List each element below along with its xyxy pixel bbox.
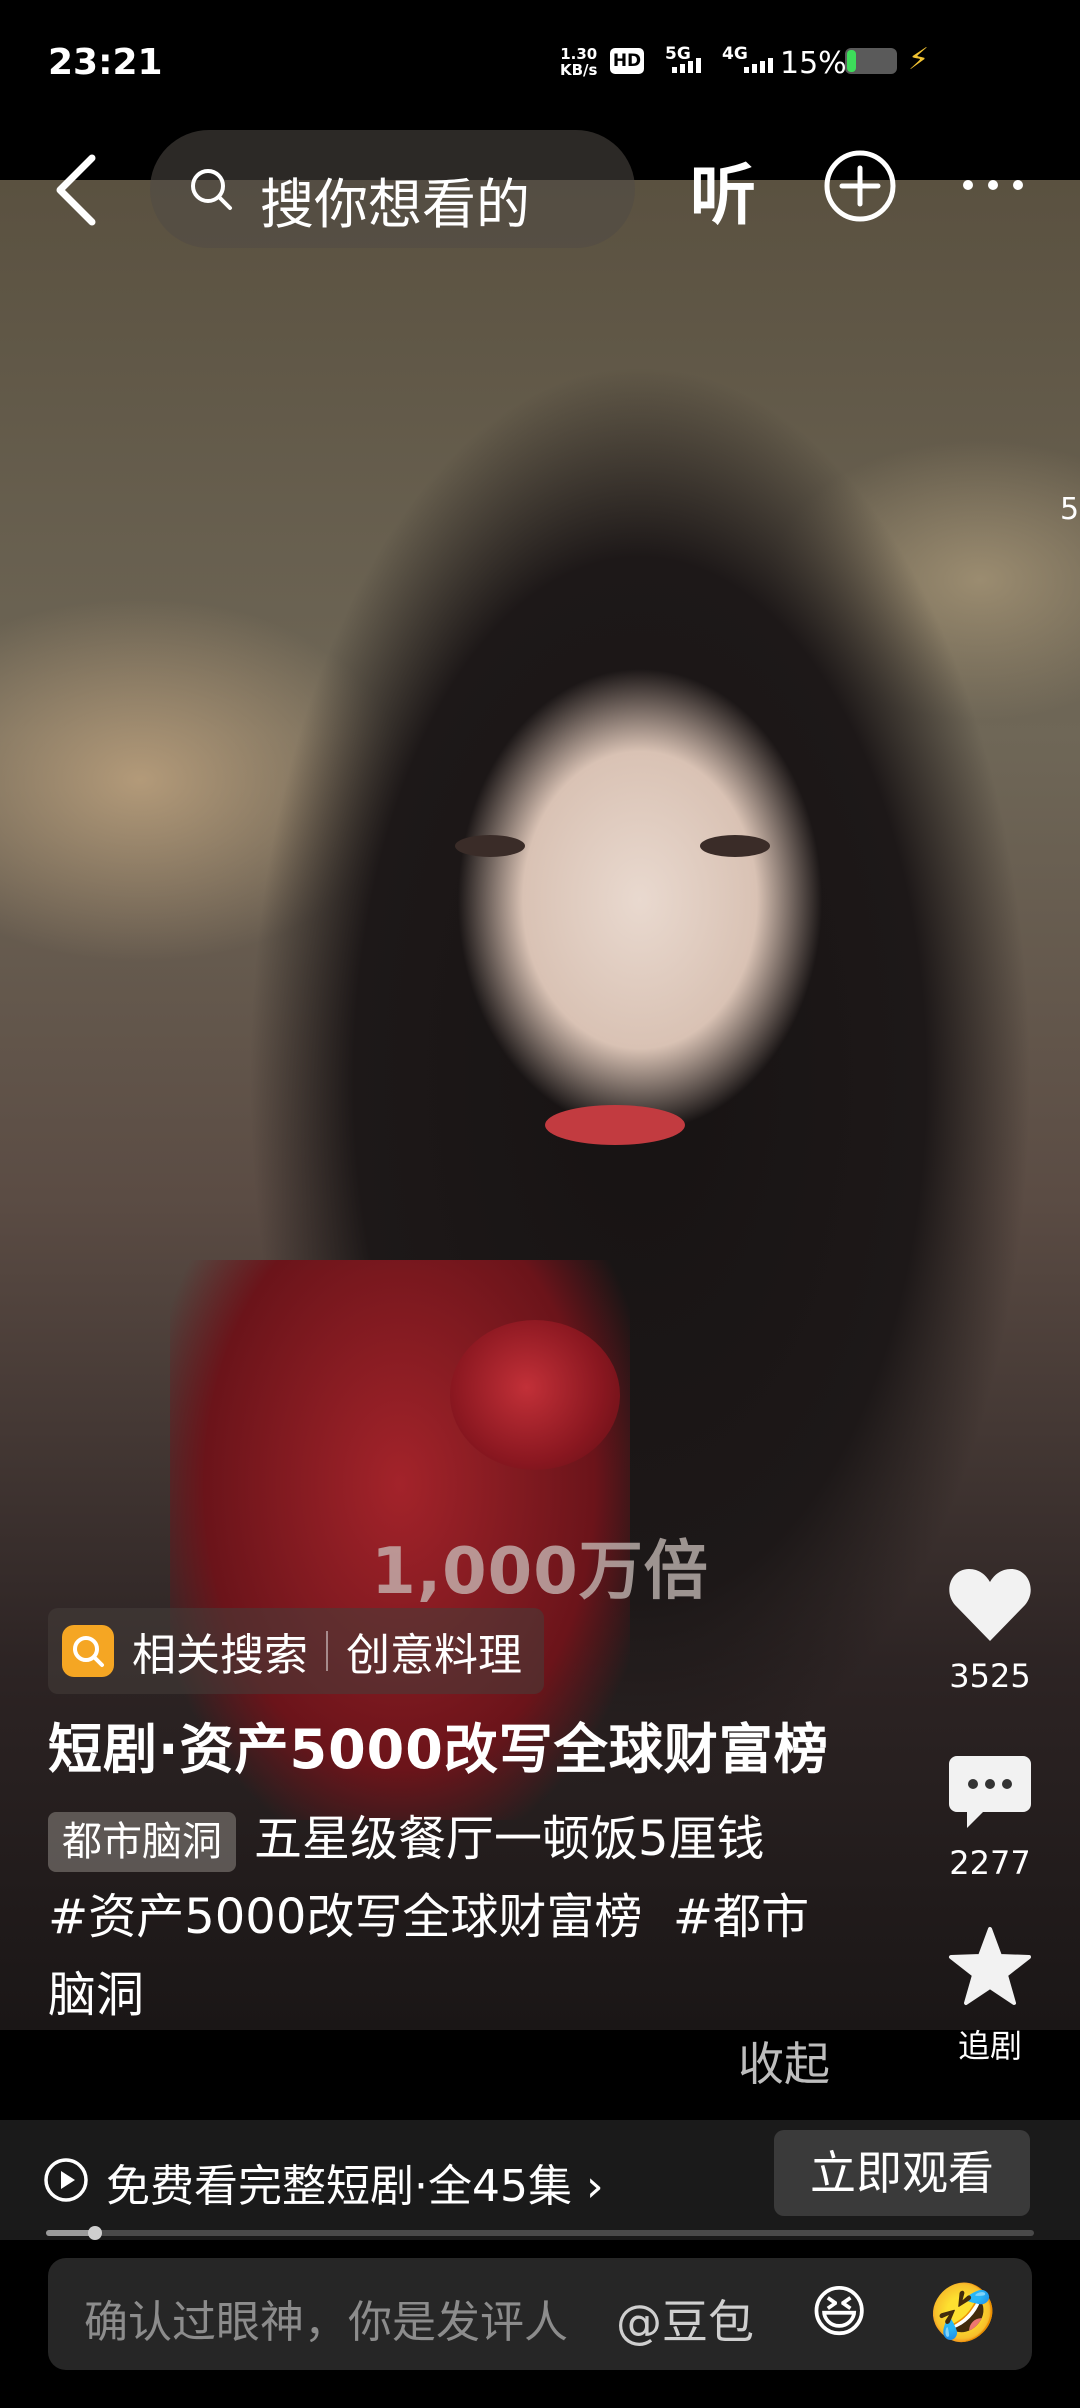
status-time: 23:21: [48, 42, 163, 83]
follow-drama-button[interactable]: 追剧: [925, 1925, 1055, 2067]
full-drama-banner[interactable]: 免费看完整短剧·全45集 › 立即观看: [0, 2120, 1080, 2240]
video-frame-eye-right: [700, 835, 770, 857]
status-bar: 23:21 1.30 KB/s HD 5G 4G 15% ⚡: [0, 0, 1080, 125]
video-progress-bar[interactable]: [46, 2226, 1034, 2240]
watch-now-button[interactable]: 立即观看: [774, 2130, 1030, 2216]
signal-5g-icon: [672, 58, 701, 73]
banner-label: 免费看完整短剧·全45集: [106, 2161, 572, 2212]
more-button[interactable]: [958, 160, 1028, 210]
like-button[interactable]: 3525: [925, 1565, 1055, 1695]
listen-button[interactable]: 听: [690, 142, 756, 238]
banner-text: 免费看完整短剧·全45集 ›: [106, 2150, 604, 2214]
related-search-term[interactable]: 创意料理: [346, 1619, 522, 1683]
network-speed-value: 1.30: [560, 45, 598, 63]
battery-percent: 15%: [780, 46, 847, 81]
video-description: 都市脑洞 五星级餐厅一顿饭5厘钱 #资产5000改写全球财富榜 #都市脑洞: [48, 1800, 848, 2034]
video-subtitle: 1,000万倍: [371, 1535, 709, 1609]
comment-placeholder: 确认过眼神，你是发评人: [84, 2297, 568, 2348]
comment-bubble-icon: [949, 1756, 1031, 1828]
search-icon: [62, 1625, 114, 1677]
video-title[interactable]: 短剧·资产5000改写全球财富榜: [48, 1705, 829, 1784]
follow-label: 追剧: [957, 2027, 1022, 2065]
chevron-left-icon: [56, 154, 96, 226]
video-frame-rose: [450, 1320, 620, 1470]
search-input[interactable]: 搜你想看的: [150, 130, 635, 248]
plus-circle-icon: [824, 150, 896, 222]
progress-knob[interactable]: [88, 2226, 103, 2240]
network-speed: 1.30 KB/s: [560, 46, 597, 78]
battery-icon: [845, 48, 897, 74]
comment-count: 2277: [949, 1844, 1031, 1882]
signal-4g-icon: [744, 58, 773, 73]
collapse-button[interactable]: 收起: [738, 2028, 830, 2094]
search-placeholder: 搜你想看的: [260, 173, 530, 236]
hd-icon: HD: [610, 48, 644, 74]
comment-button[interactable]: 2277: [925, 1752, 1055, 1882]
more-dots-icon: [963, 180, 1023, 190]
like-count: 3525: [949, 1657, 1031, 1695]
play-circle-icon: [44, 2158, 88, 2202]
back-button[interactable]: [50, 150, 110, 230]
chevron-right-icon: ›: [585, 2161, 604, 2212]
related-search[interactable]: 相关搜索 创意料理: [48, 1608, 544, 1694]
genre-tag[interactable]: 都市脑洞: [48, 1812, 236, 1872]
hashtag-link[interactable]: #资产5000改写全球财富榜: [48, 1889, 642, 1945]
search-icon: [191, 169, 232, 210]
add-button[interactable]: [822, 148, 898, 224]
mention-doubao-button[interactable]: @豆包: [616, 2286, 754, 2352]
video-edge-text: 5(: [1060, 492, 1080, 527]
heart-icon: [949, 1569, 1031, 1641]
rofl-emoji-icon[interactable]: 🤣: [928, 2280, 998, 2346]
video-frame-lips: [545, 1105, 685, 1145]
laugh-emoji-icon[interactable]: 😆: [810, 2280, 868, 2345]
network-speed-unit: KB/s: [560, 61, 598, 79]
star-icon: [949, 1927, 1031, 2005]
video-frame-eye-left: [455, 835, 525, 857]
related-search-label: 相关搜索: [132, 1630, 308, 1681]
charging-icon: ⚡: [908, 42, 930, 77]
description-text: 五星级餐厅一顿饭5厘钱: [254, 1811, 765, 1867]
comment-input[interactable]: 确认过眼神，你是发评人 @豆包 😆 🤣: [48, 2258, 1032, 2370]
divider: [326, 1631, 328, 1671]
